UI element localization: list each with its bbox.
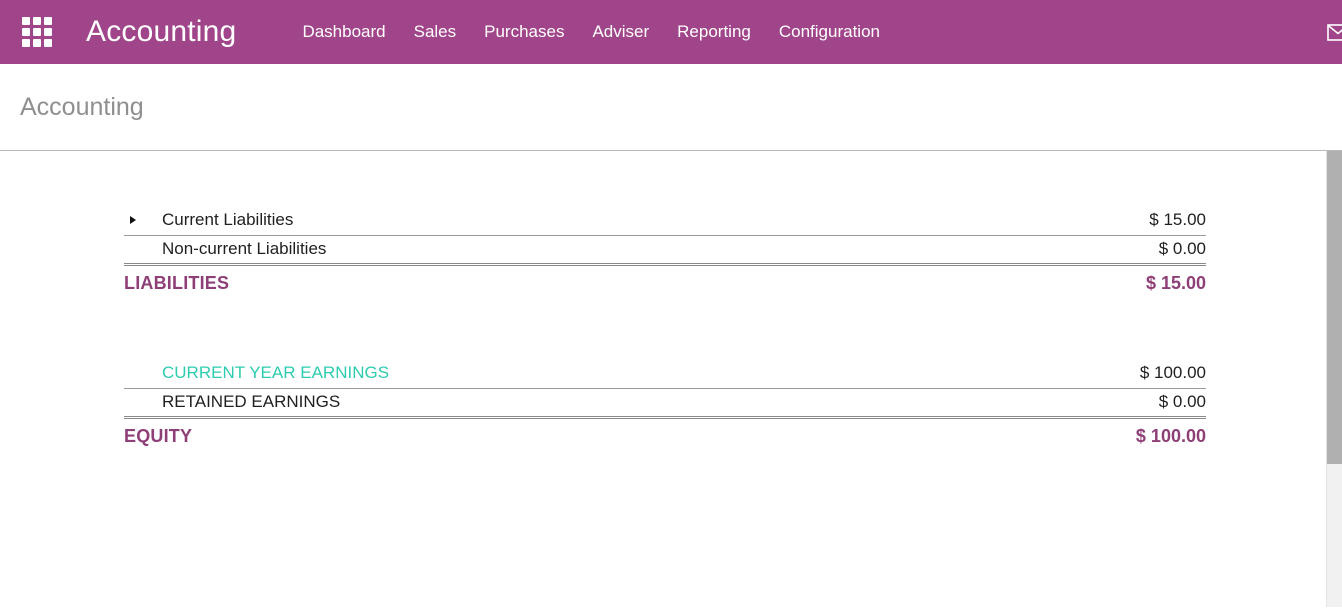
section-spacer [124,298,1206,359]
table-total-row-equity: EQUITY $ 100.00 [124,417,1206,451]
menu-item-purchases[interactable]: Purchases [470,0,578,64]
table-row[interactable]: CURRENT YEAR EARNINGS $ 100.00 [124,359,1206,388]
table-total-row-liabilities: LIABILITIES $ 15.00 [124,264,1206,298]
expand-caret-icon[interactable] [130,216,136,224]
breadcrumb-item-accounting[interactable]: Accounting [20,93,144,122]
main-menu: Dashboard Sales Purchases Adviser Report… [288,0,894,64]
financial-report: Current Liabilities $ 15.00 Non-current … [0,151,1206,451]
menu-item-configuration[interactable]: Configuration [765,0,894,64]
menu-item-sales[interactable]: Sales [400,0,471,64]
table-row[interactable]: RETAINED EARNINGS $ 0.00 [124,388,1206,417]
menu-item-reporting[interactable]: Reporting [663,0,765,64]
row-value-noncurrent-liabilities: $ 0.00 [966,235,1206,264]
report-content-area: Current Liabilities $ 15.00 Non-current … [0,151,1342,607]
app-brand-accounting[interactable]: Accounting [86,15,236,49]
envelope-icon[interactable] [1320,0,1342,64]
row-value-current-year-earnings: $ 100.00 [966,359,1206,388]
breadcrumb-bar: Accounting [0,64,1342,151]
vertical-scrollbar-track[interactable] [1326,151,1342,607]
row-label-retained-earnings: RETAINED EARNINGS [124,388,966,417]
row-value-current-liabilities: $ 15.00 [966,206,1206,235]
menu-item-dashboard[interactable]: Dashboard [288,0,399,64]
total-value-liabilities: $ 15.00 [966,264,1206,298]
row-label-current-liabilities: Current Liabilities [124,206,966,235]
table-row[interactable]: Current Liabilities $ 15.00 [124,206,1206,235]
table-row[interactable]: Non-current Liabilities $ 0.00 [124,235,1206,264]
row-label-current-year-earnings: CURRENT YEAR EARNINGS [124,359,966,388]
apps-grid-icon[interactable] [14,0,60,64]
row-label-noncurrent-liabilities: Non-current Liabilities [124,235,966,264]
row-link-current-year-earnings[interactable]: CURRENT YEAR EARNINGS [162,363,389,382]
navbar-right-tools [1320,0,1342,64]
row-label-text: Current Liabilities [162,210,293,229]
total-label-equity: EQUITY [124,417,966,451]
row-label-text: RETAINED EARNINGS [162,392,340,411]
apps-grid-glyph [22,17,52,47]
total-label-liabilities: LIABILITIES [124,264,966,298]
vertical-scrollbar-thumb[interactable] [1327,151,1342,464]
financial-report-table: Current Liabilities $ 15.00 Non-current … [124,206,1206,451]
top-navbar: Accounting Dashboard Sales Purchases Adv… [0,0,1342,64]
row-value-retained-earnings: $ 0.00 [966,388,1206,417]
menu-item-adviser[interactable]: Adviser [578,0,663,64]
row-label-text: Non-current Liabilities [162,239,326,258]
total-value-equity: $ 100.00 [966,417,1206,451]
